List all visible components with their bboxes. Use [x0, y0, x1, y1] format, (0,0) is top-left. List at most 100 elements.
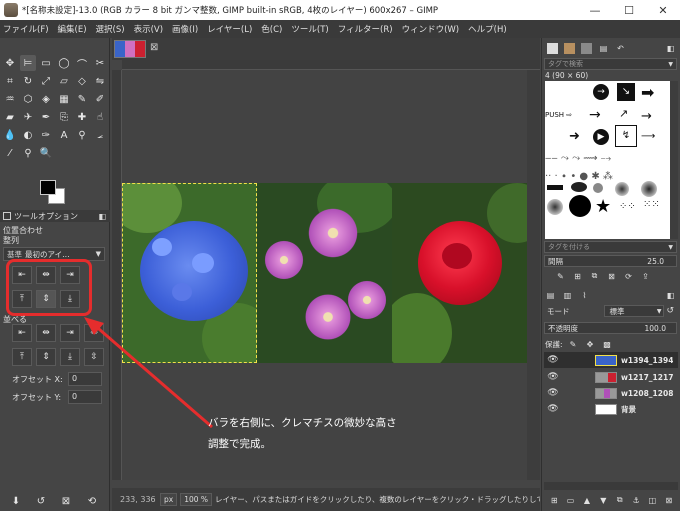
reset-options-icon[interactable]: ⟲: [84, 493, 100, 509]
brush-scrollbar[interactable]: [670, 81, 678, 239]
menu-image[interactable]: 画像(I): [172, 23, 198, 35]
menu-select[interactable]: 選択(S): [96, 23, 125, 35]
brush-as-image-icon[interactable]: ⇪: [640, 271, 651, 282]
close-tab-icon[interactable]: ⊠: [150, 42, 158, 53]
fg-bg-colors[interactable]: [38, 178, 68, 206]
patterns-tab-icon[interactable]: [564, 42, 575, 54]
tool-options-tab[interactable]: ツールオプション ◧: [0, 210, 110, 222]
airbrush-icon[interactable]: ✈: [20, 109, 36, 125]
distribute-top-button[interactable]: ⤒: [12, 348, 32, 366]
rect-select-icon[interactable]: ▭: [38, 55, 54, 71]
paintbrush-icon[interactable]: ✐: [92, 91, 108, 107]
delete-options-icon[interactable]: ⊠: [58, 493, 74, 509]
tab-menu-icon[interactable]: ◧: [98, 212, 106, 221]
path-tool-icon[interactable]: ✑: [38, 127, 54, 143]
duplicate-brush-icon[interactable]: ⧉: [589, 271, 600, 282]
rotate-tool-icon[interactable]: ↻: [20, 73, 36, 89]
layers-hscrollbar[interactable]: [544, 482, 678, 490]
scale-tool-icon[interactable]: ⤢: [38, 73, 54, 89]
new-layer-group-icon[interactable]: ▭: [565, 495, 575, 506]
minimize-button[interactable]: —: [578, 0, 612, 20]
menu-layer[interactable]: レイヤー(L): [207, 23, 252, 35]
anchor-layer-icon[interactable]: ⚓: [631, 495, 641, 506]
eye-icon[interactable]: 👁: [546, 354, 560, 366]
ink-tool-icon[interactable]: ✒: [38, 109, 54, 125]
distribute-middle-v-button[interactable]: ⇕: [36, 348, 56, 366]
menu-edit[interactable]: 編集(E): [58, 23, 87, 35]
bucket-fill-icon[interactable]: ◈: [38, 91, 54, 107]
eye-icon[interactable]: 👁: [546, 387, 560, 399]
paths-tab-icon[interactable]: ⌇: [579, 290, 590, 301]
brush-tag-search[interactable]: タグで検索 ▼: [544, 58, 677, 70]
delete-layer-icon[interactable]: ⊠: [664, 495, 674, 506]
lock-pixels-icon[interactable]: ✎: [568, 339, 579, 350]
free-select-icon[interactable]: ⌒: [74, 55, 90, 71]
layer-name[interactable]: 背景: [621, 404, 636, 415]
clone-tool-icon[interactable]: ⎘: [56, 109, 72, 125]
layer-row[interactable]: 👁 背景: [544, 401, 678, 417]
clematis-photo[interactable]: [257, 183, 392, 363]
measure-tool-icon[interactable]: ⦟: [92, 127, 108, 143]
layer-row[interactable]: 👁 w1208_1208: [544, 385, 678, 401]
foreground-color-swatch[interactable]: [40, 180, 56, 195]
ellipse-select-icon[interactable]: ◯: [56, 55, 72, 71]
dock-menu-icon[interactable]: ◧: [665, 43, 676, 54]
blur-tool-icon[interactable]: 💧: [2, 127, 18, 143]
mode-reset-icon[interactable]: ↺: [666, 306, 674, 316]
fonts-tab-icon[interactable]: [581, 42, 592, 54]
shear-tool-icon[interactable]: ▱: [56, 73, 72, 89]
close-button[interactable]: ✕: [646, 0, 680, 20]
undo-history-icon[interactable]: ↶: [615, 43, 626, 54]
delete-brush-icon[interactable]: ⊠: [606, 271, 617, 282]
lock-position-icon[interactable]: ✥: [585, 339, 596, 350]
menu-tools[interactable]: ツール(T): [291, 23, 328, 35]
duplicate-layer-icon[interactable]: ⧉: [615, 495, 625, 506]
layer-row[interactable]: 👁 w1217_1217: [544, 369, 678, 385]
flip-tool-icon[interactable]: ⇋: [92, 73, 108, 89]
new-brush-icon[interactable]: ⊞: [572, 271, 583, 282]
layers-menu-icon[interactable]: ◧: [665, 290, 676, 301]
perspective-icon[interactable]: ◇: [74, 73, 90, 89]
cage-tool-icon[interactable]: ⬡: [20, 91, 36, 107]
document-history-icon[interactable]: ▤: [598, 43, 609, 54]
brush-spacing-slider[interactable]: 間隔 25.0: [544, 255, 677, 267]
brush-tag-assign[interactable]: タグを付ける ▼: [544, 241, 677, 253]
brushes-tab-icon[interactable]: [547, 42, 558, 54]
eyedropper-icon[interactable]: ⁄: [2, 145, 18, 161]
restore-options-icon[interactable]: ↺: [33, 493, 49, 509]
lower-layer-icon[interactable]: ▼: [598, 495, 608, 506]
opacity-slider[interactable]: 不透明度 100.0: [544, 322, 677, 334]
text-tool-icon[interactable]: A: [56, 127, 72, 143]
crop-tool-icon[interactable]: ⌗: [2, 73, 18, 89]
menu-view[interactable]: 表示(V): [134, 23, 163, 35]
refresh-brushes-icon[interactable]: ⟳: [623, 271, 634, 282]
eye-icon[interactable]: 👁: [546, 371, 560, 383]
layers-tab-icon[interactable]: ▤: [545, 290, 556, 301]
distribute-bottom-button[interactable]: ⤓: [60, 348, 80, 366]
color-picker-icon[interactable]: ⚲: [74, 127, 90, 143]
save-options-icon[interactable]: ⬇: [8, 493, 24, 509]
new-layer-icon[interactable]: ⊞: [549, 495, 559, 506]
menu-help[interactable]: ヘルプ(H): [468, 23, 507, 35]
move-tool-icon[interactable]: ✥: [2, 55, 18, 71]
zoom-tool-icon[interactable]: ⚲: [20, 145, 36, 161]
distribute-right-button[interactable]: ⇥: [60, 324, 80, 342]
eye-icon[interactable]: 👁: [546, 403, 560, 415]
layer-name[interactable]: w1208_1208: [621, 389, 673, 398]
image-tab-thumbnail[interactable]: [114, 40, 146, 58]
brush-grid[interactable]: → ↘ ➡ PUSH ⇨ → ↗ → ➜ ▶ ↯ ⟶ ‒‒ ⤳ ⤳ ⟿ ⤍ ··…: [545, 81, 670, 239]
smudge-tool-icon[interactable]: ☝: [92, 109, 108, 125]
maximize-button[interactable]: ☐: [612, 0, 646, 20]
menu-windows[interactable]: ウィンドウ(W): [402, 23, 460, 35]
warp-tool-icon[interactable]: ♒: [2, 91, 18, 107]
raise-layer-icon[interactable]: ▲: [582, 495, 592, 506]
menu-colors[interactable]: 色(C): [261, 23, 282, 35]
rose-photo[interactable]: [392, 183, 527, 363]
distribute-center-h-button[interactable]: ⇹: [36, 324, 56, 342]
scissors-icon[interactable]: ✂: [92, 55, 108, 71]
layer-row[interactable]: 👁 w1394_1394: [544, 352, 678, 368]
pencil-tool-icon[interactable]: ✎: [74, 91, 90, 107]
zoom-select[interactable]: 100 %: [180, 493, 213, 506]
unit-select[interactable]: px: [160, 493, 178, 506]
dodge-tool-icon[interactable]: ◐: [20, 127, 36, 143]
